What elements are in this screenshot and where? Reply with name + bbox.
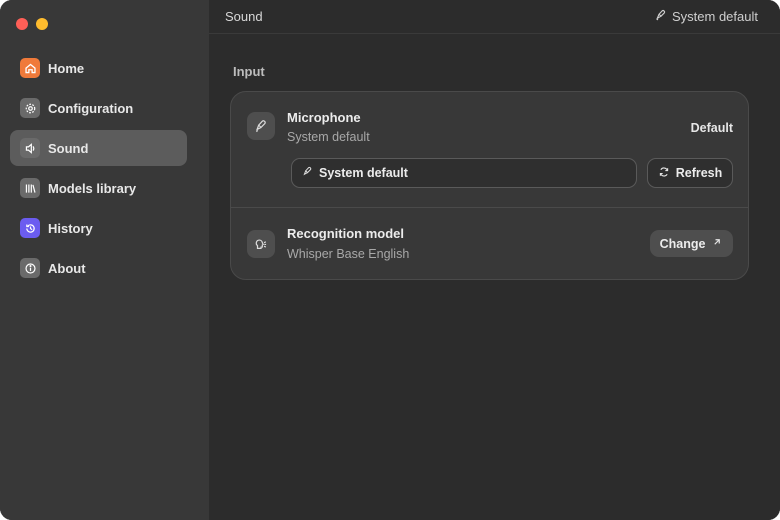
sidebar-item-models-library[interactable]: Models library [10,170,187,206]
refresh-icon [658,166,670,181]
sidebar-item-label: Sound [48,140,89,156]
microphone-icon [655,9,667,24]
history-icon [20,218,40,238]
microphone-subtitle: System default [287,130,370,144]
sidebar-item-configuration[interactable]: Configuration [10,90,187,126]
sidebar-item-label: About [48,260,86,276]
topbar-status: System default [655,9,758,24]
section-title: Input [233,64,265,79]
speech-recognition-icon [247,230,275,258]
microphone-title: Microphone [287,110,361,125]
sidebar-nav: Home Configuration Sound Models library [10,50,187,290]
page-title: Sound [225,9,263,24]
sidebar-item-about[interactable]: About [10,250,187,286]
microphone-select[interactable]: System default [291,158,637,188]
sidebar-item-label: Models library [48,180,137,196]
card-divider [231,207,748,208]
speaker-icon [20,138,40,158]
sidebar-item-home[interactable]: Home [10,50,187,86]
close-window-button[interactable] [16,18,28,30]
refresh-button[interactable]: Refresh [647,158,733,188]
arrow-up-right-icon [711,236,723,251]
sidebar-item-sound[interactable]: Sound [10,130,187,166]
change-model-button[interactable]: Change [650,230,733,257]
gear-icon [20,98,40,118]
topbar-status-label: System default [672,9,758,24]
sidebar: Home Configuration Sound Models library [0,0,209,520]
main-panel: Sound System default Input Microphone Sy… [209,0,780,520]
sidebar-item-label: Configuration [48,100,134,116]
sidebar-item-history[interactable]: History [10,210,187,246]
microphone-icon [247,112,275,140]
topbar: Sound System default [209,0,780,34]
recognition-model-title: Recognition model [287,226,404,241]
change-label: Change [659,236,706,251]
minimize-window-button[interactable] [36,18,48,30]
refresh-label: Refresh [675,166,723,180]
window-controls [16,18,48,30]
home-icon [20,58,40,78]
sidebar-item-label: History [48,220,93,236]
app-window: Home Configuration Sound Models library [0,0,780,520]
recognition-model-subtitle: Whisper Base English [287,247,410,261]
microphone-icon [302,166,319,180]
sidebar-item-label: Home [48,60,85,76]
microphone-select-value: System default [319,166,408,180]
microphone-value: Default [690,121,733,135]
library-icon [20,178,40,198]
info-icon [20,258,40,278]
input-settings-card: Microphone System default Default System… [230,91,749,280]
